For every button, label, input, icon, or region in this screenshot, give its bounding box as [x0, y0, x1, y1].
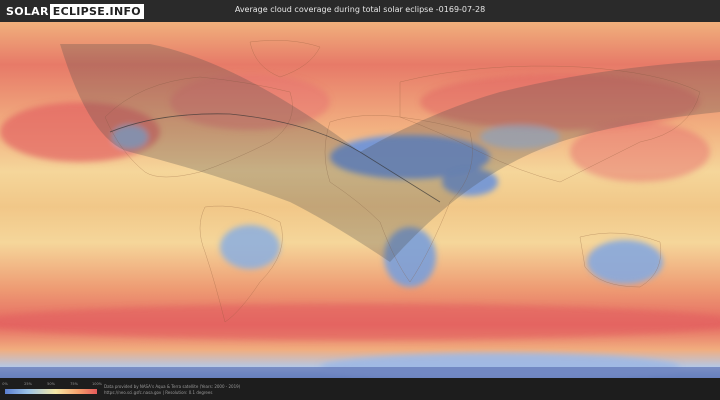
header-bar: SOLAR ECLIPSE.INFO Average cloud coverag…	[0, 0, 720, 22]
credit-link[interactable]: https://neo.sci.gsfc.nasa.gov | Resoluti…	[104, 390, 240, 396]
legend-tick: 25%	[24, 382, 32, 386]
legend-tick: 0%	[2, 382, 8, 386]
data-credits: Data provided by NASA's Aqua & Terra sat…	[104, 384, 240, 396]
page-title: Average cloud coverage during total sola…	[234, 5, 486, 14]
legend-tick: 50%	[47, 382, 55, 386]
footer-bar: 0% 25% 50% 75% 100% Data provided by NAS…	[0, 378, 720, 400]
cloud-coverage-map	[0, 22, 720, 378]
legend-tick: 75%	[70, 382, 78, 386]
legend-ticks: 0% 25% 50% 75% 100%	[2, 382, 102, 388]
legend-tick: 100%	[91, 382, 103, 386]
cloud-coverage-legend-bar	[5, 389, 97, 394]
antarctica-band	[0, 367, 720, 378]
